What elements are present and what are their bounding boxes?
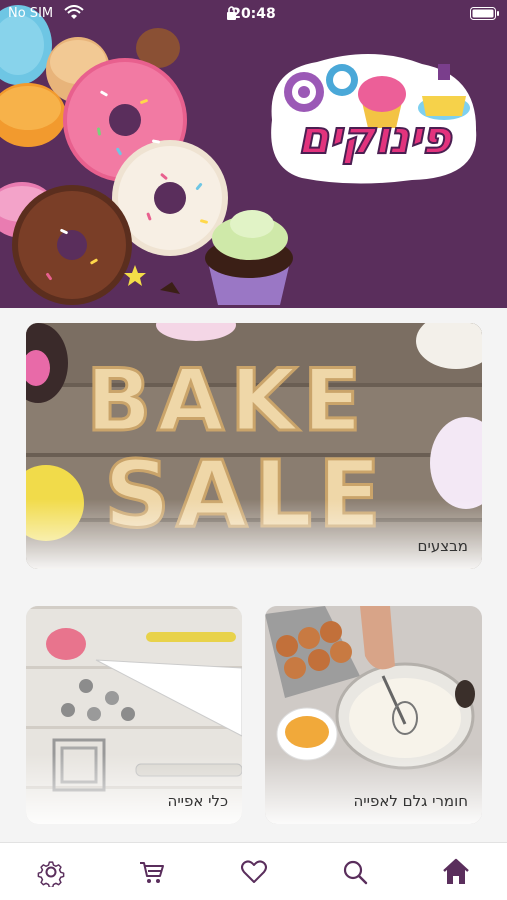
brand-logo-text: פינוקים bbox=[297, 109, 453, 165]
category-label-baking-ingredients: חומרי גלם לאפייה bbox=[353, 792, 468, 810]
home-icon bbox=[443, 858, 469, 884]
brand-logo: פינוקים bbox=[262, 50, 484, 188]
battery-icon bbox=[470, 7, 499, 20]
cart-icon bbox=[140, 862, 164, 883]
heart-icon bbox=[241, 860, 267, 883]
tab-favorites[interactable] bbox=[239, 857, 269, 887]
tab-search[interactable] bbox=[340, 857, 370, 887]
bottom-tab-bar bbox=[0, 842, 507, 900]
status-time: 20:48 bbox=[231, 6, 276, 22]
search-icon bbox=[343, 860, 368, 885]
category-card-baking-ingredients[interactable]: חומרי גלם לאפייה bbox=[265, 606, 482, 824]
settings-icon bbox=[37, 861, 65, 889]
category-card-sales[interactable]: BAKE SALE מבצעים bbox=[26, 323, 482, 569]
bake-text-art: BAKE bbox=[85, 350, 368, 453]
tab-settings[interactable] bbox=[36, 857, 66, 889]
tab-home[interactable] bbox=[441, 857, 471, 887]
category-label-baking-tools: כלי אפייה bbox=[167, 792, 228, 810]
tab-cart[interactable] bbox=[137, 857, 167, 887]
status-bar: No SIM 20:48 bbox=[0, 0, 507, 28]
category-label-sales: מבצעים bbox=[417, 537, 468, 555]
category-card-baking-tools[interactable]: כלי אפייה bbox=[26, 606, 242, 824]
hero-banner: פינוקים bbox=[0, 0, 507, 308]
